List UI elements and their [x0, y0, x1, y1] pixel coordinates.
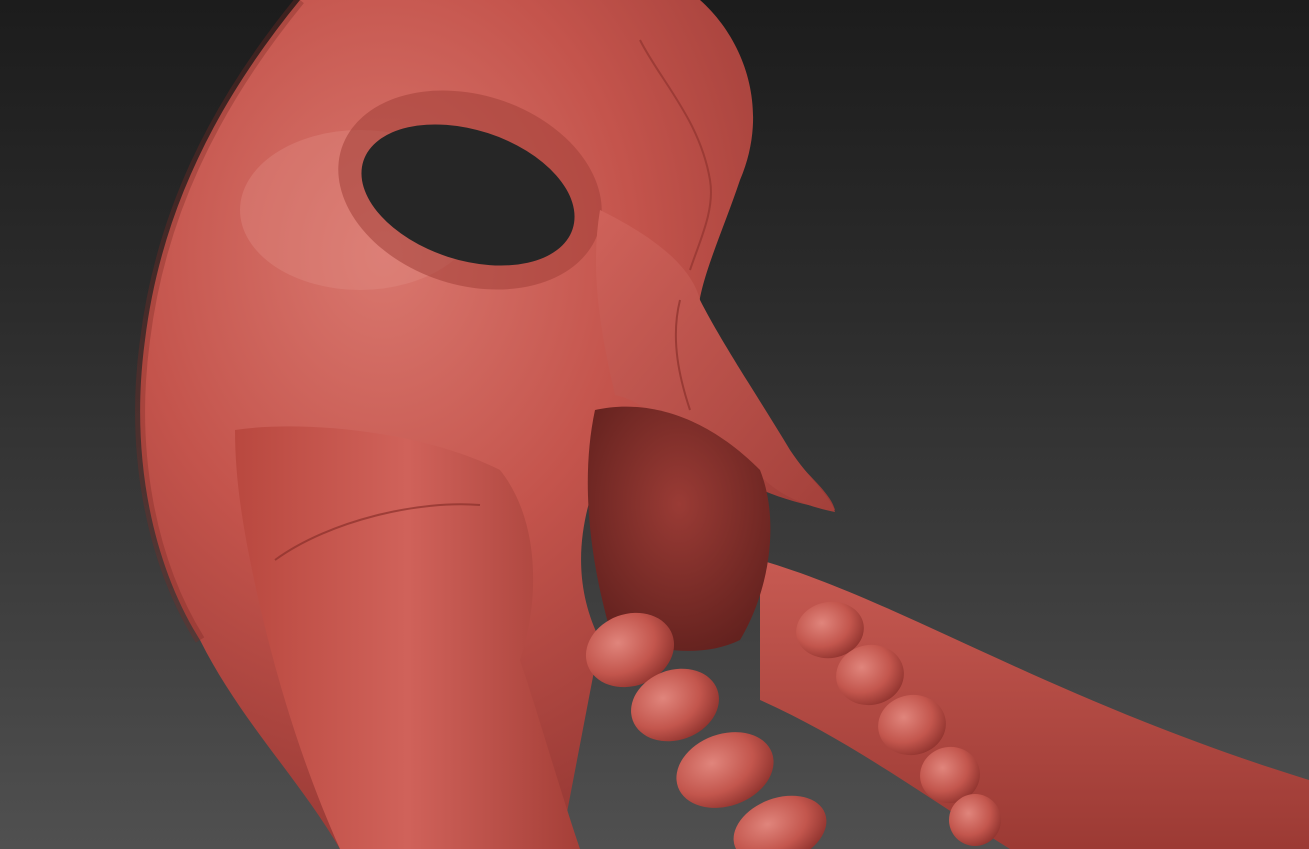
- 3d-viewport[interactable]: [0, 0, 1309, 849]
- sculpt-render: [135, 0, 1309, 849]
